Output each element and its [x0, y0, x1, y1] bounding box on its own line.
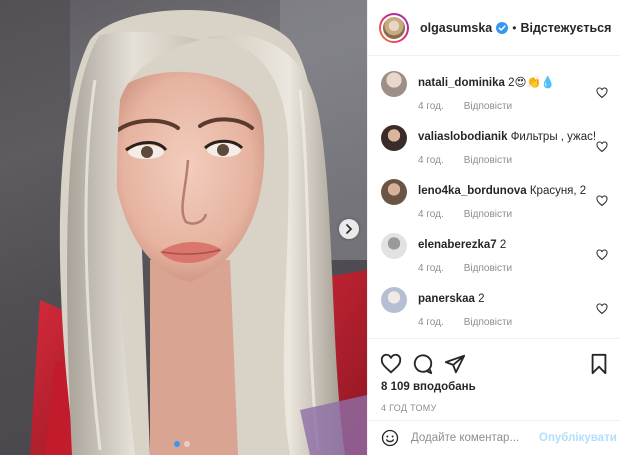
likes-count[interactable]: 8 109 вподобань [368, 377, 620, 393]
comment-avatar[interactable] [381, 71, 407, 97]
comment-item: elenaberezka7 2 4 год. Відповісти [368, 229, 620, 283]
post-photo[interactable] [0, 0, 367, 455]
post-header: olgasumska • Відстежується [368, 0, 620, 56]
comment-text: 2 [499, 239, 507, 251]
reply-button[interactable]: Відповісти [464, 155, 512, 166]
comment-bubble-icon[interactable] [412, 353, 434, 375]
comment-time: 4 год. [418, 317, 444, 328]
comment-username[interactable]: elenaberezka7 [418, 239, 497, 251]
carousel-next-button[interactable] [339, 219, 359, 239]
portrait-illustration [0, 0, 367, 455]
reply-button[interactable]: Відповісти [464, 263, 512, 274]
action-buttons [368, 339, 620, 377]
post-sidebar: olgasumska • Відстежується natali_domini… [367, 0, 620, 455]
header-separator: • [512, 20, 517, 35]
comment-text: 2😍👏💧 [508, 77, 556, 89]
comment-input[interactable] [411, 432, 539, 444]
comment-time: 4 год. [418, 263, 444, 274]
comment-time: 4 год. [418, 155, 444, 166]
heart-icon[interactable] [596, 87, 608, 99]
comments-list: natali_dominika 2😍👏💧 4 год. Відповісти va… [368, 57, 620, 337]
author-avatar[interactable] [379, 12, 409, 43]
emoji-smiley-icon[interactable] [381, 429, 399, 447]
comment-time: 4 год. [418, 101, 444, 112]
post-actions-section: 8 109 вподобань 4 ГОД ТОМУ [368, 338, 620, 413]
comment-item: leno4ka_bordunova Красуня, 2 4 год. Відпо… [368, 175, 620, 229]
comment-avatar[interactable] [381, 233, 407, 259]
comment-avatar[interactable] [381, 287, 407, 313]
comment-text: 2 [478, 293, 485, 305]
carousel-dot [184, 441, 190, 447]
heart-icon[interactable] [596, 141, 608, 153]
follow-status-button[interactable]: Відстежується [520, 21, 611, 35]
verified-badge-icon [496, 21, 509, 34]
comment-time: 4 год. [418, 209, 444, 220]
heart-icon[interactable] [596, 195, 608, 207]
comment-item: panerskaa 2 4 год. Відповісти [368, 283, 620, 337]
comment-item: valiaslobodianik Фильтры , ужас! 4 год. В… [368, 121, 620, 175]
comment-avatar[interactable] [381, 179, 407, 205]
comment-username[interactable]: panerskaa [418, 293, 475, 305]
reply-button[interactable]: Відповісти [464, 317, 512, 328]
reply-button[interactable]: Відповісти [464, 101, 512, 112]
post-timestamp: 4 ГОД ТОМУ [381, 403, 437, 413]
comment-username[interactable]: valiaslobodianik [418, 131, 507, 143]
comment-item: natali_dominika 2😍👏💧 4 год. Відповісти [368, 67, 620, 121]
share-paper-plane-icon[interactable] [444, 353, 466, 375]
heart-icon[interactable] [596, 303, 608, 315]
chevron-right-icon [346, 224, 353, 234]
heart-icon[interactable] [596, 249, 608, 261]
comment-username[interactable]: natali_dominika [418, 77, 505, 89]
comment-text: Фильтры , ужас! [510, 131, 597, 143]
carousel-indicator [174, 441, 190, 447]
carousel-dot-active [174, 441, 180, 447]
comment-text: Красуня, 2 [529, 185, 587, 197]
reply-button[interactable]: Відповісти [464, 209, 512, 220]
author-username[interactable]: olgasumska [420, 21, 492, 35]
comment-username[interactable]: leno4ka_bordunova [418, 185, 527, 197]
like-heart-icon[interactable] [380, 353, 402, 375]
comment-avatar[interactable] [381, 125, 407, 151]
add-comment-bar: Опублікувати [368, 420, 620, 455]
bookmark-icon[interactable] [588, 353, 610, 375]
publish-button[interactable]: Опублікувати [539, 432, 617, 444]
